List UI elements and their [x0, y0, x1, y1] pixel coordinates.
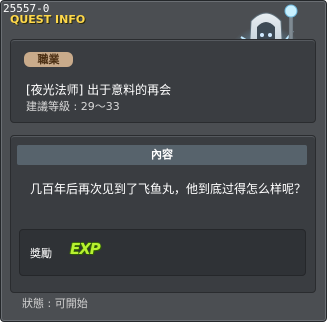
recommended-level: 建議等級 : 29～33	[26, 100, 120, 113]
content-header: 內容	[17, 145, 307, 165]
quest-info-title: QUEST INFO	[10, 13, 86, 26]
quest-status: 狀態 : 可開始	[22, 297, 88, 310]
quest-name: [夜光法师] 出于意料的再会	[26, 83, 172, 97]
quest-content-panel: 內容 几百年后再次见到了飞鱼丸，他到底过得怎么样呢？ 獎勵 EXP	[10, 135, 316, 293]
quest-summary-panel: 職業 [夜光法师] 出于意料的再会 建議等級 : 29～33	[10, 39, 316, 123]
job-badge: 職業	[24, 52, 73, 67]
quest-description: 几百年后再次见到了飞鱼丸，他到底过得怎么样呢？	[30, 182, 307, 196]
quest-info-window: 25557-0 QUEST INFO 職業 [夜光法师] 出于意料的再会 建議等…	[0, 0, 327, 322]
exp-icon: EXP	[70, 240, 101, 258]
reward-label: 獎勵	[30, 247, 52, 260]
reward-box: 獎勵 EXP	[19, 229, 306, 276]
